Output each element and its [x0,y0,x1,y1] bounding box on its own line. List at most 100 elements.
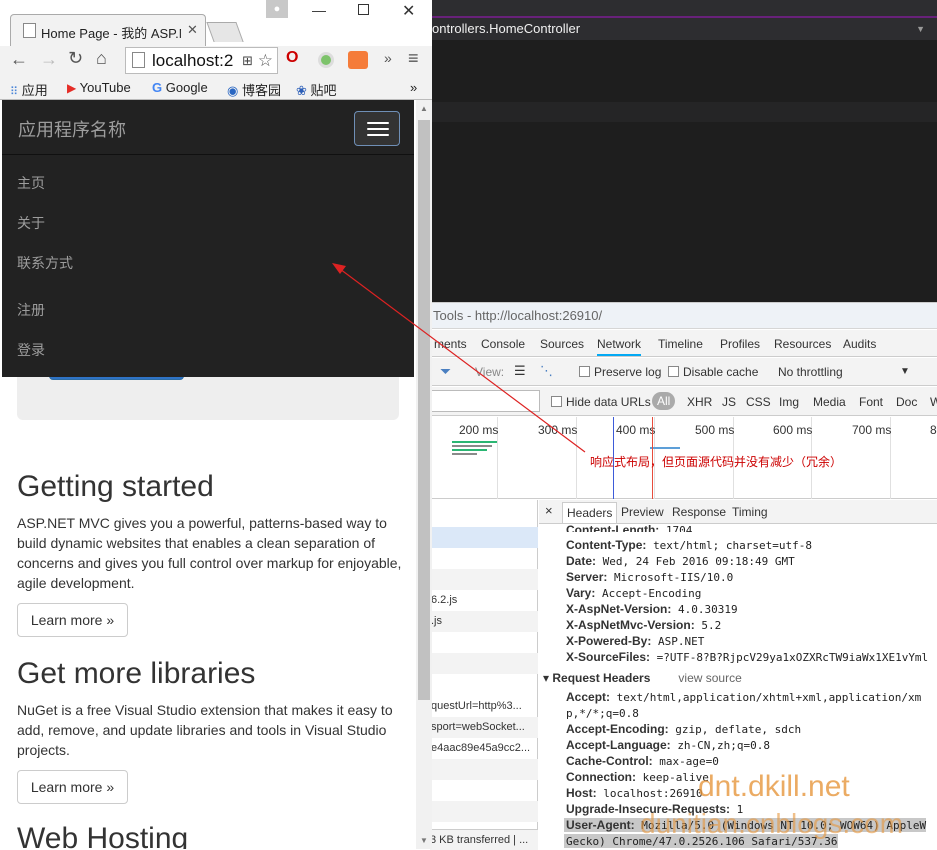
bookmark-tieba[interactable]: ❀ 贴吧 [296,80,337,99]
bookmark-youtube[interactable]: ▶ YouTube [67,80,131,95]
list-item[interactable] [430,527,538,548]
tab-preview[interactable]: Preview [621,505,664,519]
tab-resources[interactable]: Resources [774,337,831,351]
list-item[interactable]: 6.2.js [430,590,538,611]
maximize-icon[interactable] [358,4,369,15]
scrollbar-thumb[interactable] [418,120,430,700]
preserve-log-checkbox[interactable]: Preserve log [579,365,661,379]
request-list: 6.2.js .js questUrl=http%3... sport=webS… [430,500,538,850]
google-icon: G [152,80,163,95]
header-row: X-AspNet-Version: 4.0.30319 [566,602,738,616]
opera-extension-icon[interactable]: O [286,49,298,67]
user-icon[interactable]: ● [266,0,288,18]
tab-sources[interactable]: Sources [540,337,584,351]
close-icon[interactable]: ✕ [187,22,198,38]
list-item[interactable] [430,569,538,590]
filter-icon[interactable]: ⏷ [440,363,451,380]
nav-item-register[interactable]: 注册 [17,300,45,320]
close-icon[interactable]: × [545,503,553,518]
browser-toolbar: ← → ↻ ⌂ localhost:2 ⊞ ☆ O » ≡ [0,46,432,76]
list-item[interactable] [430,548,538,569]
filter-js[interactable]: JS [722,395,736,409]
back-icon[interactable]: ← [10,49,28,70]
minimize-icon[interactable]: — [312,2,326,18]
nav-item-home[interactable]: 主页 [17,173,45,193]
tab-elements[interactable]: ments [434,337,467,351]
translate-icon[interactable]: ⊞ [242,48,253,73]
filter-css[interactable]: CSS [746,395,771,409]
filter-font[interactable]: Font [859,395,883,409]
nav-item-contact[interactable]: 联系方式 [17,253,73,273]
request-headers-section[interactable]: ▾ Request Headers view source [543,671,742,685]
vs-code-editor[interactable] [430,40,937,302]
home-icon[interactable]: ⌂ [96,48,107,69]
filter-all[interactable]: All [652,392,676,410]
view-source-link[interactable]: view source [678,671,741,685]
list-item[interactable] [430,500,538,521]
green-extension-icon[interactable] [318,52,334,68]
learn-more-button[interactable]: Learn more » [17,603,128,637]
overview-icon[interactable]: ⋱ [540,363,553,379]
chevron-down-icon[interactable]: ▼ [916,18,925,40]
hide-data-urls-checkbox[interactable]: Hide data URLs [551,395,651,409]
filter-ws[interactable]: W [930,395,937,409]
bookmark-google[interactable]: G Google [152,80,208,95]
list-item[interactable]: .js [430,611,538,632]
bookmark-apps[interactable]: ⠿ 应用 [10,80,48,99]
tab-console[interactable]: Console [481,337,525,351]
scroll-down-icon[interactable]: ▼ [420,836,428,845]
list-view-icon[interactable]: ☰ [514,363,526,379]
forward-icon[interactable]: → [40,49,58,70]
filter-img[interactable]: Img [779,395,799,409]
view-label: View: [475,365,505,379]
filter-xhr[interactable]: XHR [687,395,712,409]
tab-network[interactable]: Network [597,337,642,356]
nav-item-about[interactable]: 关于 [17,213,45,233]
tab-headers[interactable]: Headers [562,502,618,523]
disable-cache-checkbox[interactable]: Disable cache [668,365,758,379]
new-tab-button[interactable] [206,22,244,42]
list-item[interactable]: e4aac89e45a9cc2... [430,738,538,759]
cnblogs-icon: ◉ [227,83,239,98]
annotation-text: 响应式布局，但页面源代码并没有减少（冗余） [590,455,843,469]
reload-icon[interactable]: ↻ [68,48,83,69]
scrollbar[interactable]: ▲ ▼ [416,100,432,849]
list-item[interactable] [430,801,538,822]
chevron-down-icon[interactable]: ▼ [900,366,910,377]
bookmark-cnblogs[interactable]: ◉ 博客园 [227,80,281,99]
chrome-window: Home Page - 我的 ASP.N ✕ ● — ✕ ← → ↻ ⌂ loc… [0,0,432,849]
list-item[interactable]: sport=webSocket... [430,717,538,738]
tab-response[interactable]: Response [672,505,726,519]
scroll-up-icon[interactable]: ▲ [420,104,428,113]
bookmarks-overflow[interactable]: » [410,80,417,95]
navbar-brand[interactable]: 应用程序名称 [18,116,126,142]
close-icon[interactable]: ✕ [402,1,415,21]
filter-input[interactable] [430,390,540,412]
nav-item-login[interactable]: 登录 [17,340,45,360]
list-item[interactable] [430,653,538,674]
extensions-overflow[interactable]: » [384,50,392,66]
address-bar[interactable]: localhost:2 ⊞ ☆ [125,47,278,74]
navbar-toggle-button[interactable] [354,111,400,146]
vs-navigation-bar[interactable]: ontrollers.HomeController ▼ [430,18,937,40]
section-text: NuGet is a free Visual Studio extension … [17,702,393,758]
tab-timeline[interactable]: Timeline [658,337,703,351]
tab-profiles[interactable]: Profiles [720,337,760,351]
orange-extension-icon[interactable] [348,51,368,69]
tab-audits[interactable]: Audits [843,337,876,351]
throttling-select[interactable]: No throttling [778,365,843,379]
menu-icon[interactable]: ≡ [408,48,419,69]
preserve-log-label: Preserve log [594,365,662,379]
star-icon[interactable]: ☆ [258,48,273,73]
filter-doc[interactable]: Doc [896,395,917,409]
tab-timing[interactable]: Timing [732,505,768,519]
browser-tab[interactable]: Home Page - 我的 ASP.N ✕ [10,14,206,46]
list-item[interactable]: questUrl=http%3... [430,696,538,717]
list-item[interactable] [430,780,538,801]
filter-media[interactable]: Media [813,395,846,409]
list-item[interactable] [430,632,538,653]
tick-label: 600 ms [773,423,813,437]
section-text: ASP.NET MVC gives you a powerful, patter… [17,515,402,591]
list-item[interactable] [430,759,538,780]
learn-more-button[interactable]: Learn more » [17,770,128,804]
